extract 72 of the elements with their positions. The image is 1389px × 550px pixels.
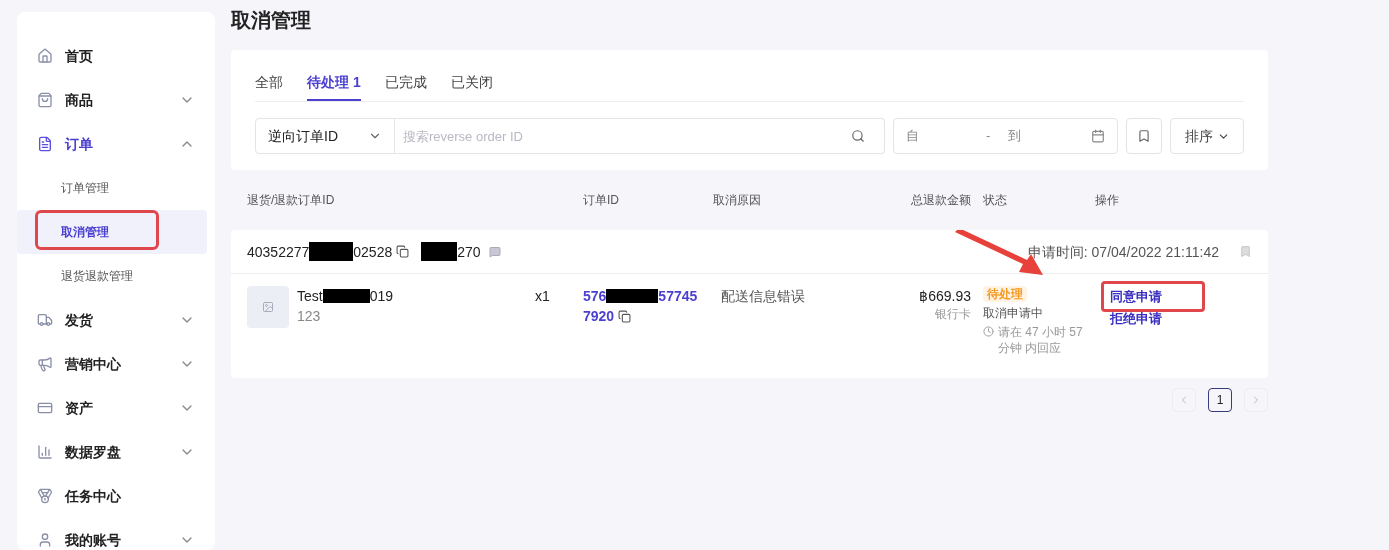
sidebar-item[interactable]: 资产: [17, 386, 215, 430]
order-id: 57745: [658, 287, 698, 306]
chat-icon[interactable]: [488, 245, 501, 258]
redaction-block: [421, 242, 458, 261]
column-header: 状态: [982, 192, 1008, 208]
page-title: 取消管理: [231, 8, 312, 33]
medal-icon: [37, 488, 53, 504]
order-id: 7920: [583, 307, 615, 326]
product-name: Test: [297, 287, 323, 306]
apply-time: 申请时间: 07/04/2022 21:11:42: [1027, 242, 1219, 262]
previous-page-button[interactable]: [1172, 388, 1196, 412]
buyer-name: 270: [457, 242, 481, 262]
sidebar-subitem[interactable]: 取消管理: [61, 224, 109, 240]
bookmark-icon: [1137, 129, 1151, 143]
sidebar-item[interactable]: 首页: [17, 34, 215, 78]
sidebar-item[interactable]: 商品: [17, 78, 215, 122]
bar-chart-icon: [37, 444, 53, 460]
truck-icon: [37, 312, 53, 328]
product-variant: 123: [297, 307, 322, 326]
sidebar-item[interactable]: 营销中心: [17, 342, 215, 386]
reverse-order-id: 40352277: [247, 242, 310, 262]
tab[interactable]: 待处理 1: [307, 64, 361, 101]
payment-method: 银行卡: [935, 306, 971, 322]
search-field[interactable]: 搜索reverse order ID: [395, 118, 885, 154]
card-icon: [37, 400, 53, 416]
status-detail: 取消申请中: [983, 305, 1043, 321]
redaction-block: [606, 289, 659, 303]
action-link[interactable]: 拒绝申请: [1101, 309, 1162, 329]
column-header: 操作: [1095, 192, 1120, 208]
tab[interactable]: 已关闭: [450, 64, 493, 101]
sidebar-item[interactable]: 我的账号: [17, 518, 215, 550]
sidebar-item[interactable]: 订单: [17, 122, 215, 166]
sidebar-subitem[interactable]: 订单管理: [61, 180, 109, 196]
copy-icon[interactable]: [618, 309, 632, 323]
bag-icon: [37, 92, 53, 108]
status-badge: 待处理: [983, 286, 1027, 302]
next-page-button[interactable]: [1244, 388, 1268, 412]
column-header: 总退款金额: [910, 192, 971, 208]
image-icon: [262, 301, 274, 313]
document-icon: [37, 136, 53, 152]
bookmark-button[interactable]: [1126, 118, 1162, 154]
date-range-field[interactable]: 自 - 到: [893, 118, 1118, 154]
sidebar-item[interactable]: 任务中心: [17, 474, 215, 518]
copy-icon[interactable]: [396, 245, 410, 258]
redaction-block: [309, 242, 354, 261]
sidebar-item[interactable]: 发货: [17, 298, 215, 342]
home-icon: [37, 48, 53, 64]
refund-amount: ฿669.93: [919, 287, 971, 306]
redaction-block: [322, 289, 370, 303]
calendar-icon: [1091, 129, 1105, 143]
sidebar-item[interactable]: 数据罗盘: [17, 430, 215, 474]
tab[interactable]: 已完成: [384, 64, 427, 101]
column-header: 订单ID: [583, 192, 620, 208]
cancel-reason: 配送信息错误: [720, 287, 806, 306]
megaphone-icon: [37, 356, 53, 372]
user-icon: [37, 532, 53, 548]
column-header: 取消原因: [713, 192, 762, 208]
reverse-order-id: 02528: [353, 242, 393, 262]
page-button[interactable]: 1: [1208, 388, 1232, 412]
tab[interactable]: 全部: [255, 64, 283, 101]
column-header: 退货/退款订单ID: [247, 192, 336, 208]
search-type-select[interactable]: 逆向订单ID: [255, 118, 395, 154]
search-icon: [851, 129, 865, 143]
clock-icon: [983, 326, 994, 337]
sidebar-subitem[interactable]: 退货退款管理: [61, 268, 133, 284]
action-link[interactable]: 同意申请: [1101, 287, 1162, 307]
sort-button[interactable]: 排序: [1170, 118, 1244, 154]
bookmark-icon[interactable]: [1239, 245, 1252, 258]
product-name: 019: [369, 287, 394, 306]
response-deadline: 请在 47 小时 57 分钟 内回应: [998, 324, 1084, 356]
order-id: 576: [583, 287, 607, 306]
quantity: x1: [535, 287, 551, 306]
